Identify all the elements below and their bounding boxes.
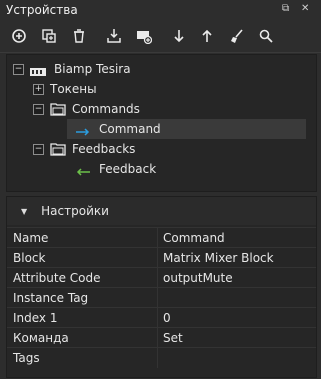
properties-title: Настройки bbox=[41, 204, 109, 218]
clean-icon[interactable] bbox=[226, 25, 248, 47]
property-row[interactable]: Tags bbox=[7, 347, 316, 368]
import-icon[interactable] bbox=[103, 25, 125, 47]
property-key: Instance Tag bbox=[13, 291, 89, 305]
property-key: Block bbox=[13, 251, 46, 265]
float-panel-icon[interactable]: ⧉ bbox=[282, 3, 289, 14]
tree-node-command[interactable]: Command bbox=[67, 119, 306, 139]
column-divider bbox=[157, 308, 158, 328]
tree-node-feedback[interactable]: Feedback bbox=[67, 159, 156, 179]
chevron-down-icon[interactable]: ▼ bbox=[21, 207, 27, 216]
search-icon[interactable] bbox=[255, 25, 277, 47]
panel-title: Устройства bbox=[6, 3, 78, 17]
property-row[interactable]: Index 1 0 bbox=[7, 307, 316, 328]
column-divider bbox=[157, 248, 158, 268]
tree-node-label: Commands bbox=[72, 102, 140, 116]
tree-node-commands[interactable]: − Commands bbox=[33, 99, 140, 119]
copy-icon[interactable] bbox=[38, 25, 60, 47]
collapse-toggle[interactable]: − bbox=[33, 143, 44, 155]
property-value[interactable]: outputMute bbox=[163, 271, 233, 285]
tree-node-label: Токены bbox=[50, 82, 97, 96]
property-row[interactable]: Команда Set bbox=[7, 327, 316, 348]
properties-header[interactable]: ▼ Настройки bbox=[7, 197, 316, 225]
column-divider bbox=[157, 268, 158, 288]
properties-panel: ▼ Настройки Name Command Block Matrix Mi… bbox=[6, 196, 317, 378]
arrow-left-icon bbox=[75, 165, 91, 176]
devices-toolbar bbox=[0, 20, 321, 52]
collapse-toggle[interactable]: − bbox=[33, 103, 44, 115]
tree-node-feedbacks[interactable]: − Feedbacks bbox=[33, 139, 135, 159]
tree-node-label: Feedback bbox=[99, 162, 157, 176]
add-device-icon[interactable] bbox=[133, 25, 155, 47]
column-divider bbox=[157, 288, 158, 308]
close-panel-icon[interactable]: ✕ bbox=[301, 3, 309, 14]
add-icon[interactable] bbox=[8, 25, 30, 47]
move-down-icon[interactable] bbox=[168, 25, 190, 47]
column-divider bbox=[157, 348, 158, 368]
device-tree[interactable]: − Biamp Tesira + Токены − Commands Comma… bbox=[6, 54, 317, 192]
device-icon bbox=[30, 65, 46, 76]
column-divider bbox=[157, 328, 158, 348]
column-divider bbox=[157, 228, 158, 248]
collapse-toggle[interactable]: − bbox=[13, 63, 24, 75]
tree-node-root[interactable]: − Biamp Tesira bbox=[13, 59, 131, 79]
tree-node-label: Feedbacks bbox=[72, 142, 136, 156]
toolbar-separator bbox=[0, 52, 321, 53]
property-key: Index 1 bbox=[13, 311, 58, 325]
property-key: Attribute Code bbox=[13, 271, 101, 285]
expand-toggle[interactable]: + bbox=[33, 83, 44, 95]
move-up-icon[interactable] bbox=[196, 25, 218, 47]
property-value[interactable]: Matrix Mixer Block bbox=[163, 251, 274, 265]
property-value[interactable]: 0 bbox=[163, 311, 171, 325]
delete-icon[interactable] bbox=[68, 25, 90, 47]
property-key: Tags bbox=[13, 351, 40, 365]
arrow-right-icon bbox=[75, 125, 91, 136]
panel-titlebar: Устройства ⧉ ✕ bbox=[0, 0, 321, 20]
property-value[interactable]: Command bbox=[163, 231, 225, 245]
folder-icon bbox=[50, 102, 66, 116]
property-row[interactable]: Instance Tag bbox=[7, 287, 316, 308]
folder-icon bbox=[50, 142, 66, 156]
property-key: Команда bbox=[13, 331, 69, 345]
tree-node-label: Biamp Tesira bbox=[54, 62, 131, 76]
property-row[interactable]: Name Command bbox=[7, 227, 316, 248]
property-key: Name bbox=[13, 231, 49, 245]
property-value[interactable]: Set bbox=[163, 331, 183, 345]
property-row[interactable]: Attribute Code outputMute bbox=[7, 267, 316, 288]
tree-node-label: Command bbox=[99, 122, 161, 136]
property-row[interactable]: Block Matrix Mixer Block bbox=[7, 247, 316, 268]
tree-node-tokens[interactable]: + Токены bbox=[33, 79, 97, 99]
